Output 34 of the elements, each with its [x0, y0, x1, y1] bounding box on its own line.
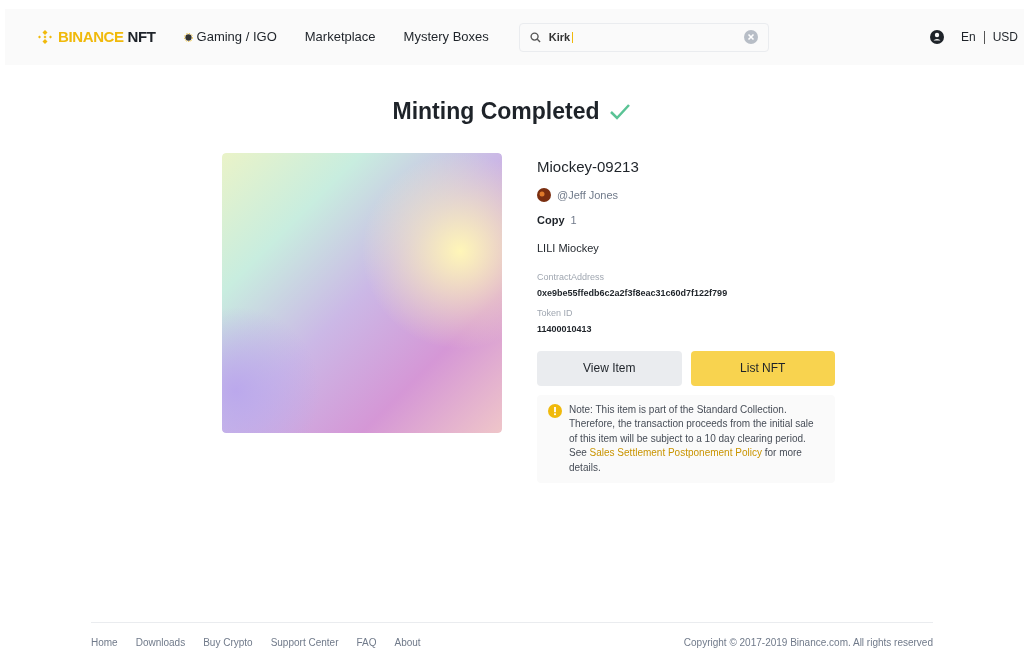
creator-name[interactable]: @Jeff Jones: [557, 187, 619, 204]
contract-address: 0xe9be55ffedb6c2a2f3f8eac31c60d7f122f799: [537, 287, 729, 300]
nav-link[interactable]: Marketplace: [304, 27, 376, 47]
copy-label: Copy: [537, 212, 565, 228]
footer-link[interactable]: Downloads: [135, 635, 186, 650]
logo-text[interactable]: BINANCE NFT: [58, 25, 156, 49]
language-selector[interactable]: En: [960, 28, 976, 46]
warning-icon: [548, 403, 562, 418]
item-name: Miockey-09213: [537, 156, 640, 177]
token-label: Token ID: [537, 306, 574, 320]
token-id: 11400010413: [537, 323, 593, 336]
list-button[interactable]: List NFT: [690, 350, 835, 386]
search-field[interactable]: Kirk: [518, 22, 769, 52]
footer-link[interactable]: Buy Crypto: [203, 635, 253, 650]
avatar-icon: [537, 188, 551, 203]
collection-name: LILI Miockey: [537, 241, 600, 256]
sun-icon: [183, 32, 193, 42]
nav-link[interactable]: Gaming / IGO: [183, 27, 277, 47]
note-text: Note: This item is part of the Standard Collection. Therefore, the transaction proceeds from the initial sale of this item will be subject to a 10 day clearing period. See Sales Settlement Postponement Policy for more details.: [569, 402, 815, 475]
currency-selector[interactable]: USD: [992, 28, 1018, 46]
search-icon: [529, 31, 541, 43]
contract-label: ContractAddress: [537, 270, 606, 284]
copyright-text: Copyright © 2017-2019 Binance.com. All rights reserved: [683, 636, 933, 650]
logo-icon: [37, 29, 53, 45]
footer-link[interactable]: Home: [91, 635, 118, 650]
footer-link[interactable]: FAQ: [356, 635, 377, 650]
page-title: Minting Completed: [392, 97, 600, 126]
footer-link[interactable]: Support Center: [270, 635, 339, 650]
checkmark-icon: [609, 102, 632, 120]
copy-count: 1: [570, 212, 577, 228]
nav-link[interactable]: Mystery Boxes: [403, 27, 489, 47]
account-icon[interactable]: [929, 30, 944, 44]
footer-link[interactable]: About: [394, 635, 421, 650]
view-button[interactable]: View Item: [537, 350, 682, 386]
